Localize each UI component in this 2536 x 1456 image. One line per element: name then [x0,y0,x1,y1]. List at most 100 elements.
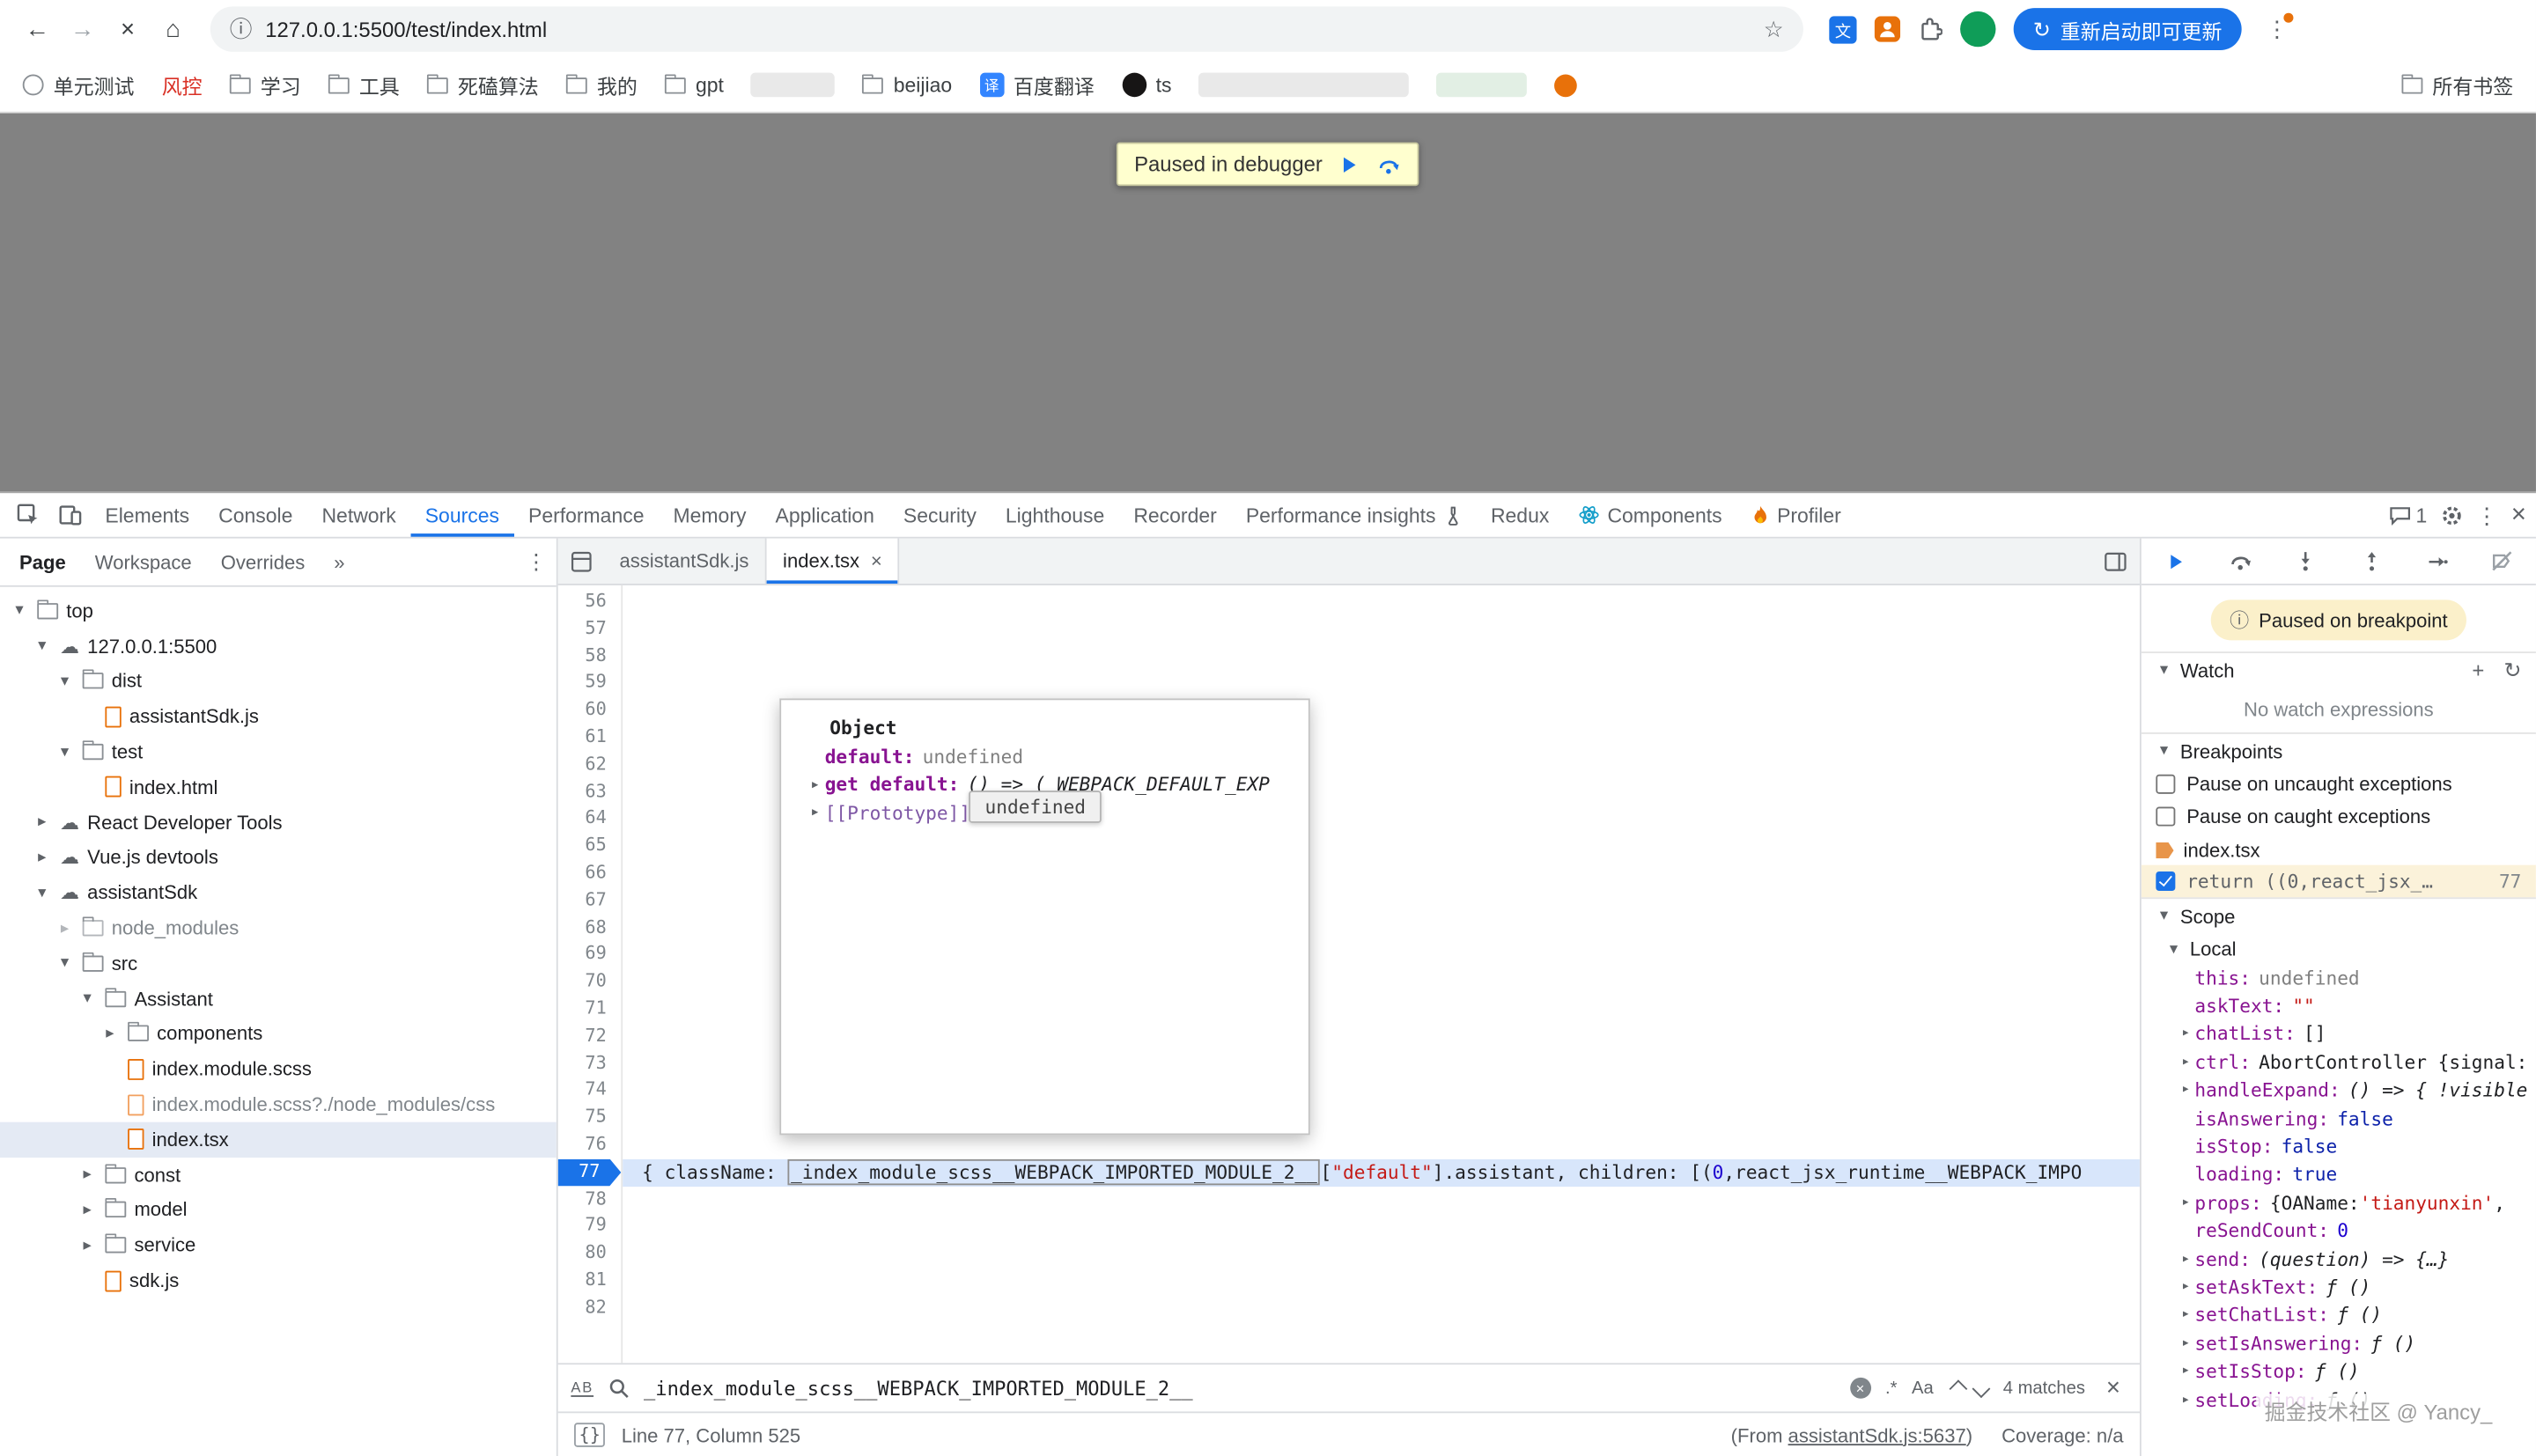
tree-item-const[interactable]: ▸const [0,1158,557,1193]
pause-uncaught-row[interactable]: Pause on uncaught exceptions [2142,768,2536,800]
resume-script-icon[interactable] [2163,548,2188,574]
breakpoint-line-number[interactable]: 77 [558,1158,622,1186]
chevron-right-icon[interactable]: ▸ [2177,1082,2194,1098]
tab-lighthouse[interactable]: Lighthouse [991,493,1118,537]
open-file-tabs-icon[interactable] [558,539,603,584]
scope-var-resendcount[interactable]: reSendCount:0 [2142,1217,2536,1245]
next-match-icon[interactable] [1972,1379,1991,1397]
chevron-right-icon[interactable]: ▸ [77,1202,97,1219]
toggle-debugger-sidebar-icon[interactable] [2091,539,2140,584]
tab-elements[interactable]: Elements [91,493,204,537]
devtools-close-icon[interactable]: × [2511,502,2526,527]
search-input[interactable] [644,1377,1835,1400]
editor-tab-assistantsdk[interactable]: assistantSdk.js [603,539,767,584]
chevron-right-icon[interactable]: ▸ [806,804,825,821]
code-editor[interactable]: 56 57 58 59 60 61 62 63 64 65 66 67 68 6… [558,585,2140,1363]
tree-item-assistantsdk-js[interactable]: assistantSdk.js [0,699,557,734]
chevron-right-icon[interactable]: ▸ [2177,1195,2194,1210]
tab-workspace[interactable]: Workspace [95,550,192,573]
step-into-icon[interactable] [2293,548,2319,574]
editor-tab-index-tsx[interactable]: index.tsx× [767,539,900,584]
pause-caught-checkbox[interactable] [2156,807,2175,827]
scope-var-send[interactable]: ▸send:(question) => {…} [2142,1245,2536,1273]
inspect-element-icon[interactable] [6,493,48,537]
close-tab-icon[interactable]: × [871,549,882,572]
tree-item-react-devtools[interactable]: ▸☁React Developer Tools [0,805,557,840]
scope-local-header[interactable]: ▾ Local [2142,933,2536,964]
regex-toggle-icon[interactable]: .* [1885,1379,1897,1398]
stop-icon[interactable]: × [107,8,149,50]
chevron-down-icon[interactable]: ▾ [55,954,74,972]
forward-icon[interactable]: → [62,8,104,50]
scope-var-handleexpand[interactable]: ▸handleExpand:() => { !visible [2142,1076,2536,1104]
chevron-right-icon[interactable]: ▸ [2177,1335,2194,1351]
line-number-gutter[interactable]: 56 57 58 59 60 61 62 63 64 65 66 67 68 6… [558,585,623,1363]
tree-item-index-html[interactable]: index.html [0,769,557,805]
tree-item-top[interactable]: ▾top [0,593,557,629]
pause-uncaught-checkbox[interactable] [2156,775,2175,794]
tab-network[interactable]: Network [307,493,410,537]
chevron-down-icon[interactable]: ▾ [2156,742,2171,760]
bookmark-baidu-translate[interactable]: 译百度翻译 [979,70,1094,100]
bookmark-folder-beijiao[interactable]: beijiao [863,74,952,97]
chevron-right-icon[interactable]: ▸ [2177,1279,2194,1295]
chevron-down-icon[interactable]: ▾ [55,743,74,761]
paused-execution-line[interactable]: { className: _index_module_scss__WEBPACK… [623,1159,2140,1187]
breakpoint-entry[interactable]: return ((0,react_jsx_… 77 [2142,865,2536,898]
chevron-down-icon[interactable]: ▾ [77,989,97,1007]
browser-menu-kebab-icon[interactable]: ⋮ [2260,8,2295,50]
tree-item-index-module-scss[interactable]: index.module.scss [0,1052,557,1087]
bookmark-folder-tools[interactable]: 工具 [328,70,400,100]
tab-profiler[interactable]: Profiler [1736,493,1855,537]
resume-script-icon[interactable] [1338,153,1361,176]
bookmark-folder-algorithm[interactable]: 死磕算法 [427,70,539,100]
bookmark-star-icon[interactable]: ☆ [1764,15,1784,42]
chevron-right-icon[interactable]: ▸ [33,813,52,831]
tab-redux[interactable]: Redux [1476,493,1563,537]
chevron-right-icon[interactable]: ▸ [2177,1054,2194,1070]
previous-match-icon[interactable] [1950,1379,1968,1397]
tree-item-service[interactable]: ▸service [0,1228,557,1263]
tab-security[interactable]: Security [888,493,991,537]
tab-overrides[interactable]: Overrides [221,550,306,573]
breakpoint-file-group[interactable]: index.tsx [2142,833,2536,865]
site-info-icon[interactable]: ⓘ [230,18,253,40]
scope-var-setisanswering[interactable]: ▸setIsAnswering:ƒ () [2142,1329,2536,1357]
profile-avatar[interactable] [1960,11,1995,47]
step-out-icon[interactable] [2358,548,2384,574]
breakpoint-enabled-checkbox[interactable] [2156,871,2175,891]
deactivate-breakpoints-icon[interactable] [2489,548,2515,574]
clear-search-icon[interactable]: × [1850,1378,1871,1399]
settings-gear-icon[interactable] [2440,504,2463,526]
step-over-icon[interactable] [1377,153,1402,176]
chevron-right-icon[interactable]: ▸ [806,776,825,793]
watch-section-header[interactable]: ▾ Watch + ↻ [2142,651,2536,687]
tree-item-localhost[interactable]: ▾☁127.0.0.1:5500 [0,629,557,664]
step-over-icon[interactable] [2228,548,2253,574]
chevron-right-icon[interactable]: ▸ [2177,1307,2194,1323]
find-replace-toggle-icon[interactable]: AB [571,1379,593,1397]
chevron-right-icon[interactable]: ▸ [33,849,52,866]
tree-item-components[interactable]: ▸components [0,1016,557,1051]
scope-var-props[interactable]: ▸props:{OAName: 'tianyunxin', [2142,1188,2536,1217]
scope-var-isstop[interactable]: isStop:false [2142,1132,2536,1160]
chevron-right-icon[interactable]: ▸ [77,1166,97,1184]
chevron-right-icon[interactable]: ▸ [2177,1364,2194,1379]
tab-components[interactable]: Components [1564,493,1736,537]
device-toolbar-icon[interactable] [48,493,91,537]
tab-sources[interactable]: Sources [410,493,513,537]
breakpoints-section-header[interactable]: ▾ Breakpoints [2142,732,2536,768]
chevron-down-icon[interactable]: ▾ [2156,661,2171,679]
match-case-toggle-icon[interactable]: Aa [1912,1379,1934,1398]
scope-var-setasktext[interactable]: ▸setAskText:ƒ () [2142,1273,2536,1301]
tree-item-index-tsx[interactable]: index.tsx [0,1122,557,1158]
tab-page[interactable]: Page [19,550,66,573]
chevron-down-icon[interactable]: ▾ [33,637,52,655]
tree-item-src[interactable]: ▾src [0,945,557,981]
scope-var-ctrl[interactable]: ▸ctrl:AbortController {signal: [2142,1048,2536,1076]
url-text[interactable]: 127.0.0.1:5500/test/index.html [265,17,547,41]
scope-section-header[interactable]: ▾ Scope [2142,897,2536,932]
home-icon[interactable]: ⌂ [152,8,195,50]
tab-application[interactable]: Application [761,493,888,537]
bookmark-folder-mine[interactable]: 我的 [566,70,638,100]
